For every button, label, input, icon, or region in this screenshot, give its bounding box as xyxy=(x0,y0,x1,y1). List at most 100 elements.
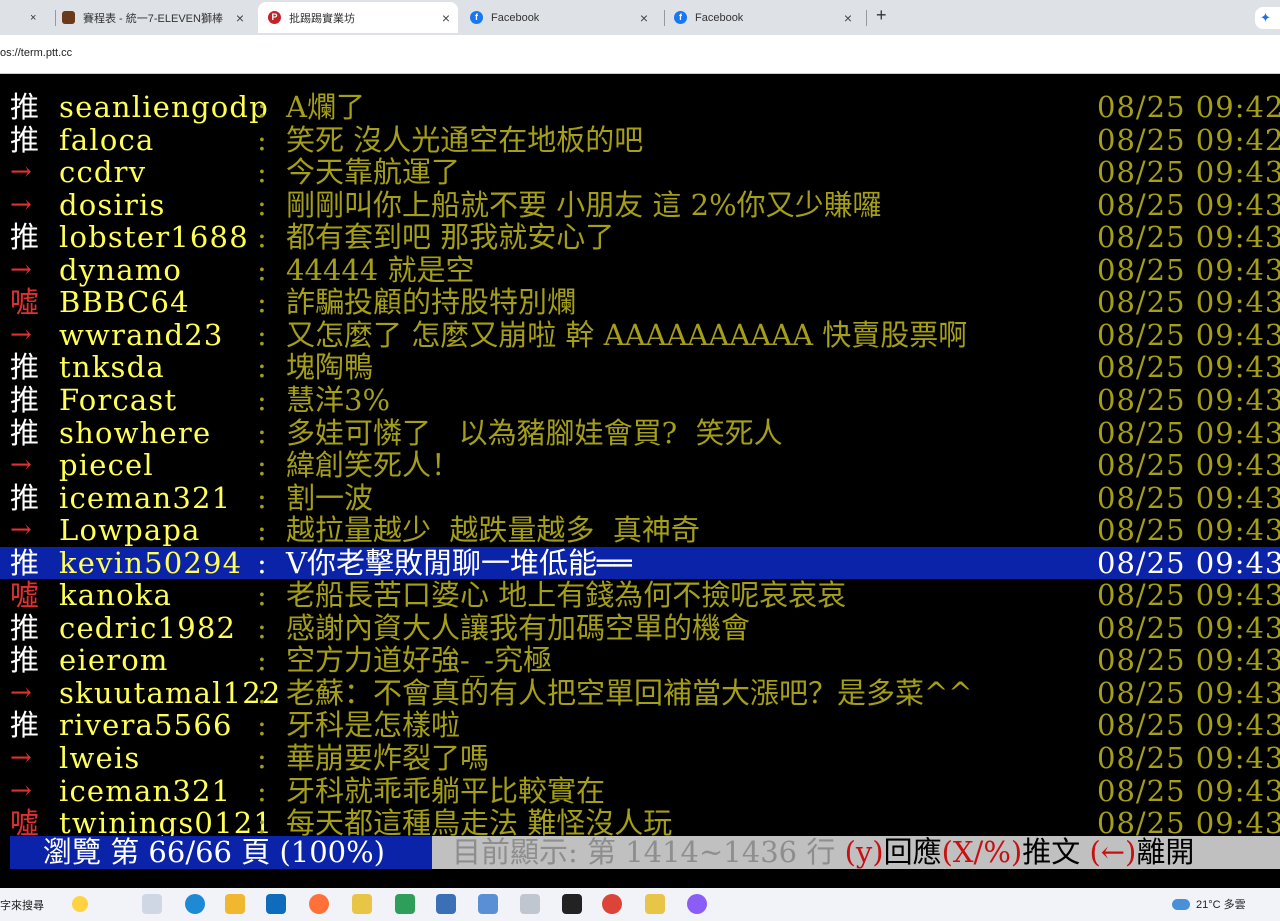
comment-message: 割一波 xyxy=(286,480,374,515)
leave-key[interactable]: (←) xyxy=(1089,835,1136,869)
address-bar[interactable]: os://term.ptt.cc xyxy=(0,35,1280,74)
comment-row[interactable]: → iceman321: 牙科就乖乖躺平比較實在 08/25 09:43 xyxy=(0,775,1280,808)
leave-label[interactable]: 離開 xyxy=(1136,835,1194,869)
comment-time: 08/25 09:43 xyxy=(1097,382,1280,417)
tab-close-icon[interactable]: × xyxy=(236,10,244,26)
comment-row[interactable]: 噓 BBBC64: 詐騙投顧的持股特別爛 08/25 09:43 xyxy=(0,286,1280,319)
comment-row[interactable]: 噓 kanoka: 老船長苦口婆心 地上有錢為何不撿呢哀哀哀 08/25 09:43 xyxy=(0,579,1280,612)
comment-row[interactable]: 推 lobster1688: 都有套到吧 那我就安心了 08/25 09:43 xyxy=(0,221,1280,254)
tab-close-icon[interactable]: × xyxy=(640,10,648,26)
comment-user: skuutamal122 xyxy=(59,675,282,710)
comment-row[interactable]: → dosiris: 剛剛叫你上船就不要 小朋友 這 2%你又少賺囉 08/25 09… xyxy=(0,189,1280,222)
taskbar-search[interactable]: 字來搜尋 xyxy=(0,897,44,913)
chrome-icon[interactable] xyxy=(602,894,622,914)
comment-message: 空方力道好強-_-究極 xyxy=(286,643,553,678)
comment-row[interactable]: → lweis: 華崩要炸裂了嗎 08/25 09:43 xyxy=(0,742,1280,775)
tab-separator xyxy=(664,10,665,26)
comment-message: 慧洋3% xyxy=(286,382,391,417)
comment-colon: : xyxy=(257,545,267,580)
tab-title: Facebook xyxy=(695,11,744,24)
comment-colon: : xyxy=(257,741,267,775)
comment-message: 又怎麼了 怎麼又崩啦 幹 AAAAAAAAAA 快賣股票啊 xyxy=(286,317,968,352)
comment-user: kevin50294 xyxy=(59,545,243,580)
ptt-terminal[interactable]: 推 seanliengodp: A爛了 08/25 09:42 推 faloca: 笑死 沒… xyxy=(0,74,1280,888)
comment-row[interactable]: 推 faloca: 笑死 沒人光通空在地板的吧 08/25 09:42 xyxy=(0,124,1280,157)
comment-colon: : xyxy=(257,90,267,124)
comment-row[interactable]: 推 showhere: 多娃可憐了 以為豬腳娃會買? 笑死人 08/25 09:43 xyxy=(0,417,1280,450)
comment-row[interactable]: 推 seanliengodp: A爛了 08/25 09:42 xyxy=(0,91,1280,124)
comment-message: 都有套到吧 那我就安心了 xyxy=(286,220,615,255)
tab-facebook-1[interactable]: f Facebook × xyxy=(470,2,660,33)
comment-user: Forcast xyxy=(59,382,178,417)
comment-message: 多娃可憐了 以為豬腳娃會買? 笑死人 xyxy=(286,415,783,450)
tab-close-icon[interactable]: × xyxy=(30,2,50,33)
comment-row[interactable]: → dynamo:44444 就是空 08/25 09:43 xyxy=(0,254,1280,287)
arrow-tag: → xyxy=(10,189,32,220)
facebook-icon: f xyxy=(674,11,687,24)
comment-row-selected[interactable]: 推 kevin50294: V你老擊敗閒聊一堆低能══ 08/25 09:43 xyxy=(0,545,1280,580)
comment-time: 08/25 09:43 xyxy=(1097,252,1280,287)
tab-close-icon[interactable]: × xyxy=(442,10,450,26)
arrow-tag: → xyxy=(10,254,32,285)
comment-time: 08/25 09:43 xyxy=(1097,448,1280,483)
comment-user: cedric1982 xyxy=(59,610,237,645)
comment-row[interactable]: 推 iceman321: 割一波 08/25 09:43 xyxy=(0,482,1280,515)
comment-colon: : xyxy=(257,285,267,320)
app-icon[interactable] xyxy=(645,894,665,914)
calculator-icon[interactable] xyxy=(436,894,456,914)
url-text[interactable]: os://term.ptt.cc xyxy=(0,47,72,59)
push-tag: 推 xyxy=(10,415,40,450)
weather-widget[interactable]: 21°C 多雲 xyxy=(1172,896,1246,912)
outlook-icon[interactable] xyxy=(266,894,286,914)
comment-row[interactable]: 推 cedric1982: 感謝內資大人讓我有加碼空單的機會 08/25 09:43 xyxy=(0,612,1280,645)
cat-icon xyxy=(62,11,75,24)
reply-key[interactable]: (y) xyxy=(845,835,884,869)
comment-time: 08/25 09:43 xyxy=(1097,187,1280,222)
comment-user: showhere xyxy=(59,415,212,450)
comment-time: 08/25 09:43 xyxy=(1097,155,1280,190)
copilot-sparkle-icon[interactable] xyxy=(72,896,88,912)
comment-message: 老蘇：不會真的有人把空單回補當大漲吧？是多菜^^ xyxy=(286,675,973,710)
app-icon[interactable] xyxy=(687,894,707,914)
comment-user: faloca xyxy=(59,122,155,157)
comment-colon: : xyxy=(257,513,267,548)
comment-colon: : xyxy=(257,155,267,190)
windows-taskbar: 字來搜尋 21°C 多雲 xyxy=(0,888,1280,921)
comment-colon: : xyxy=(257,610,267,645)
tab-facebook-2[interactable]: f Facebook × xyxy=(674,2,864,33)
push-key[interactable]: (X/%) xyxy=(942,835,1023,869)
tab-separator xyxy=(55,10,56,26)
firefox-icon[interactable] xyxy=(309,894,329,914)
tab-ptt[interactable]: P 批踢踢實業坊 × xyxy=(258,2,458,33)
comment-row[interactable]: 推 eierom: 空方力道好強-_-究極 08/25 09:43 xyxy=(0,644,1280,677)
status-bar: 瀏覽 第 66/66 頁 (100%) 目前顯示: 第 1414~1436 行 … xyxy=(0,836,1280,869)
comment-row[interactable]: 推 tnksda: 塊陶鴨 08/25 09:43 xyxy=(0,351,1280,384)
app-icon[interactable] xyxy=(478,894,498,914)
task-view-icon[interactable] xyxy=(142,894,162,914)
comment-colon: : xyxy=(257,773,267,808)
comment-row[interactable]: → wwrand23: 又怎麼了 怎麼又崩啦 幹 AAAAAAAAAA 快賣股票啊 0… xyxy=(0,319,1280,352)
comment-row[interactable]: 推 rivera5566: 牙科是怎樣啦 08/25 09:43 xyxy=(0,709,1280,742)
edge-icon[interactable] xyxy=(185,894,205,914)
comment-row[interactable]: → skuutamal122: 老蘇：不會真的有人把空單回補當大漲吧？是多菜^^ 08… xyxy=(0,677,1280,710)
tab-close-icon[interactable]: × xyxy=(844,10,852,26)
push-label[interactable]: 推文 xyxy=(1022,835,1080,869)
comment-row[interactable]: → ccdrv: 今天靠航運了 08/25 09:43 xyxy=(0,156,1280,189)
tab-cpbl-schedule[interactable]: 賽程表 - 統一7-ELEVEN獅棒球 × xyxy=(62,2,252,33)
comment-message: 笑死 沒人光通空在地板的吧 xyxy=(286,122,644,157)
app-icon[interactable] xyxy=(395,894,415,914)
reply-label[interactable]: 回應 xyxy=(884,835,942,869)
profile-sparkle-icon[interactable]: ✦ xyxy=(1255,7,1280,29)
tab-title: Facebook xyxy=(491,11,540,24)
comment-user: wwrand23 xyxy=(59,317,224,352)
comment-row[interactable]: 推 Forcast: 慧洋3% 08/25 09:43 xyxy=(0,384,1280,417)
comment-row[interactable]: → piecel: 緯創笑死人！ 08/25 09:43 xyxy=(0,449,1280,482)
comment-row[interactable]: → Lowpapa: 越拉量越少 越跌量越多 真神奇 08/25 09:43 xyxy=(0,514,1280,547)
app-icon[interactable] xyxy=(562,894,582,914)
app-icon[interactable] xyxy=(352,894,372,914)
app-icon[interactable] xyxy=(520,894,540,914)
comment-time: 08/25 09:43 xyxy=(1097,545,1280,580)
comment-message: 越拉量越少 越跌量越多 真神奇 xyxy=(286,513,700,548)
file-explorer-icon[interactable] xyxy=(225,894,245,914)
new-tab-icon[interactable]: + xyxy=(876,5,887,26)
